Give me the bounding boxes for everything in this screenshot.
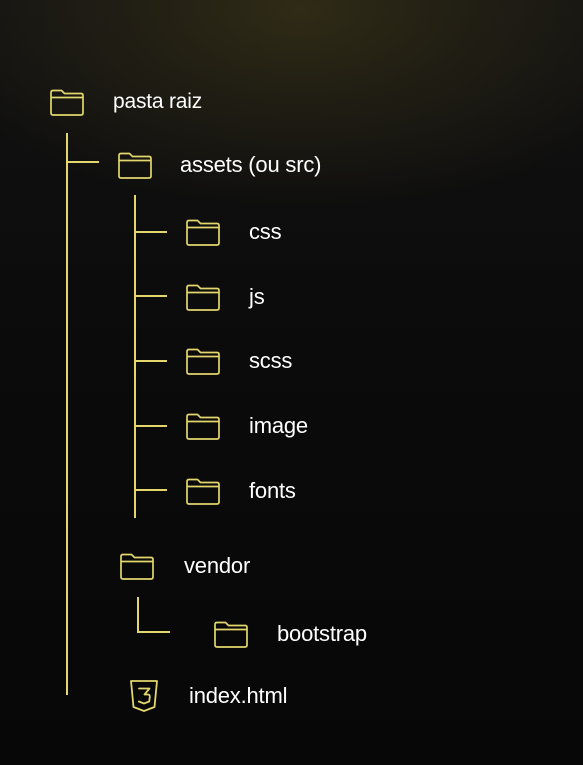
folder-icon	[49, 87, 85, 117]
node-label: pasta raiz	[113, 90, 203, 113]
tree-node-root[interactable]: pasta raiz	[49, 82, 202, 122]
vendor-tree-line	[137, 597, 139, 632]
tree-node-index-html[interactable]: index.html	[128, 676, 287, 716]
node-label: fonts	[249, 478, 296, 503]
js-branch-line	[135, 295, 167, 297]
tree-node-assets[interactable]: assets (ou src)	[117, 145, 321, 185]
image-branch-line	[135, 425, 167, 427]
folder-icon	[185, 411, 221, 441]
node-label: scss	[249, 348, 293, 373]
node-label: vendor	[184, 553, 251, 578]
html5-icon	[128, 679, 160, 713]
folder-icon	[213, 619, 249, 649]
tree-node-fonts[interactable]: fonts	[185, 471, 296, 511]
scss-branch-line	[135, 360, 167, 362]
node-label: bootstrap	[277, 621, 367, 646]
folder-icon	[185, 217, 221, 247]
assets-tree-line	[134, 195, 136, 518]
folder-icon	[185, 346, 221, 376]
tree-node-bootstrap[interactable]: bootstrap	[213, 614, 367, 654]
node-label: assets (ou src)	[180, 152, 322, 177]
css-branch-line	[135, 231, 167, 233]
tree-node-image[interactable]: image	[185, 406, 308, 446]
node-label: index.html	[189, 683, 288, 708]
tree-node-scss[interactable]: scss	[185, 341, 292, 381]
assets-branch-line	[67, 161, 99, 163]
folder-icon	[185, 282, 221, 312]
folder-icon	[117, 150, 153, 180]
root-tree-line	[66, 133, 68, 695]
tree-node-css[interactable]: css	[185, 212, 282, 252]
folder-icon	[185, 476, 221, 506]
fonts-branch-line	[135, 489, 167, 491]
folder-structure-diagram: pasta raiz assets (ou src) css js scss i…	[0, 0, 583, 765]
bootstrap-branch-line	[137, 631, 170, 633]
node-label: image	[249, 413, 308, 438]
tree-node-js[interactable]: js	[185, 277, 265, 317]
node-label: css	[249, 219, 282, 244]
node-label: js	[249, 284, 265, 309]
tree-node-vendor[interactable]: vendor	[119, 546, 250, 586]
folder-icon	[119, 551, 155, 581]
